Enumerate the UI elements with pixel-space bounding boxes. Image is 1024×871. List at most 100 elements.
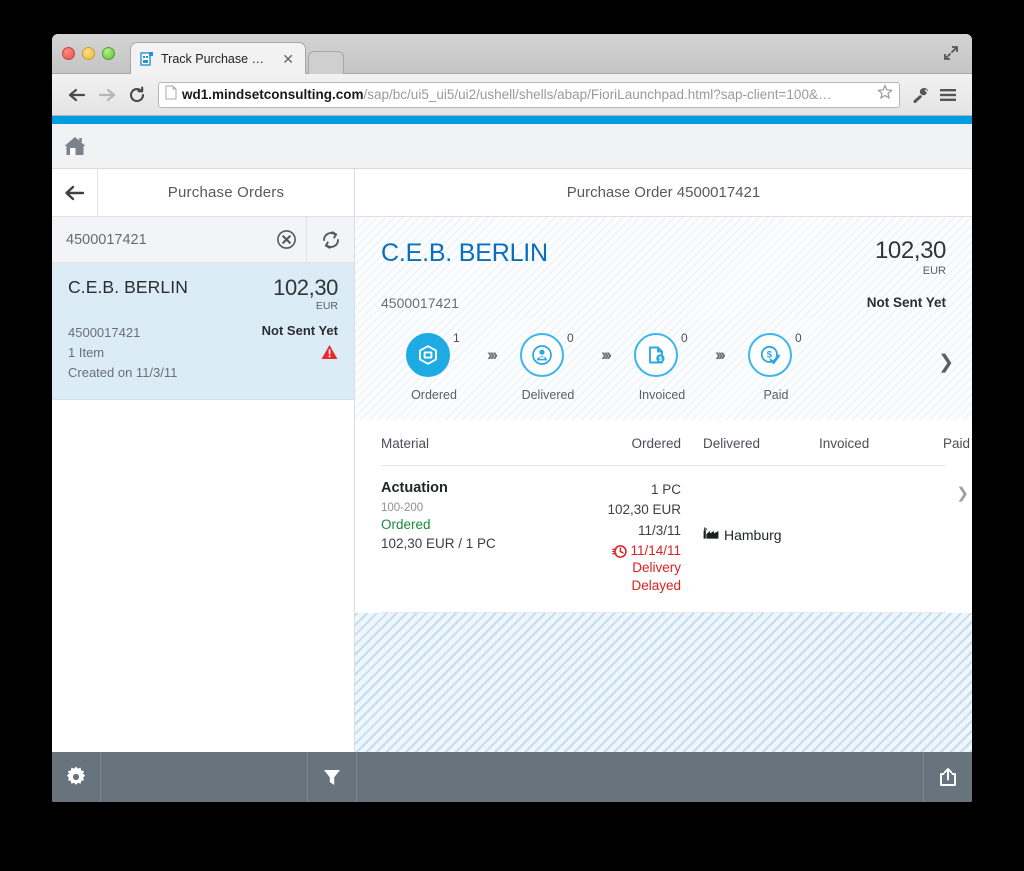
- items-table-header: Material Ordered Delivered Invoiced Paid: [381, 420, 970, 466]
- forward-arrow-icon[interactable]: [92, 81, 122, 109]
- share-icon[interactable]: [924, 752, 972, 802]
- master-list-panel: Purchase Orders 4500017421 C.E.B. BERLIN…: [52, 169, 355, 752]
- maximize-icon[interactable]: [942, 44, 960, 62]
- order-status: Not Sent Yet: [866, 295, 946, 310]
- fiori-accent-bar: [52, 116, 972, 124]
- master-back-button[interactable]: [52, 169, 98, 216]
- toolbar-spacer-left: [101, 752, 307, 802]
- process-node-label: Ordered: [411, 388, 457, 402]
- order-vendor: C.E.B. BERLIN: [381, 239, 548, 267]
- cell-invoiced: [801, 480, 921, 594]
- app-body: Purchase Orders 4500017421 C.E.B. BERLIN…: [52, 169, 972, 752]
- list-item-amount-box: 102,30 EUR: [273, 277, 338, 312]
- document-icon: [165, 85, 177, 105]
- footer-toolbar: [52, 752, 972, 802]
- process-arrow-icon: ›››: [487, 345, 498, 364]
- page-favicon-icon: [139, 51, 155, 67]
- detail-background-filler: [355, 613, 972, 752]
- page-title: Purchase Order 4500017421: [566, 184, 761, 201]
- close-window-button[interactable]: [62, 47, 75, 60]
- process-node-count: 0: [794, 331, 802, 345]
- delay-date: 11/14/11: [630, 542, 681, 558]
- refresh-icon[interactable]: [306, 217, 354, 262]
- close-icon[interactable]: ✕: [279, 52, 297, 66]
- star-icon[interactable]: [877, 84, 893, 105]
- process-flow: 1 Ordered ››› 0 Delivered ››› $ 0 Invoic…: [355, 319, 972, 420]
- chevron-right-icon[interactable]: ❯: [943, 480, 969, 594]
- list-item-vendor: C.E.B. BERLIN: [68, 277, 188, 297]
- column-header-ordered: Ordered: [631, 436, 681, 451]
- cell-delivered: Hamburg: [681, 480, 801, 594]
- order-currency: EUR: [922, 265, 946, 277]
- material-name: Actuation: [381, 480, 448, 496]
- gear-icon[interactable]: [52, 752, 100, 802]
- url-host: wd1.mindsetconsulting.com: [182, 87, 364, 102]
- new-tab-icon[interactable]: [308, 51, 344, 74]
- order-header: C.E.B. BERLIN 102,30 EUR 4500017421 Not …: [355, 217, 972, 319]
- cell-ordered: 1 PC 102,30 EUR 11/3/11 11/14/11 Deliver…: [531, 480, 681, 594]
- reload-icon[interactable]: [122, 81, 152, 109]
- chevron-right-icon[interactable]: ❯: [938, 351, 954, 374]
- delay-text: 11/14/11 Delivery Delayed: [630, 542, 681, 595]
- material-price: 102,30 EUR / 1 PC: [381, 536, 496, 551]
- order-amount-box: 102,30 EUR: [875, 239, 946, 277]
- url-path: /sap/bc/ui5_ui5/ui2/ushell/shells/abap/F…: [363, 87, 832, 102]
- column-header-delivered: Delivered: [703, 436, 761, 451]
- delay-line-2: Delayed: [631, 577, 681, 593]
- zoom-window-button[interactable]: [102, 47, 115, 60]
- browser-tab-title: Track Purchase Order: [161, 51, 274, 66]
- detail-panel: Purchase Order 4500017421 C.E.B. BERLIN …: [355, 169, 972, 752]
- url-input[interactable]: wd1.mindsetconsulting.com/sap/bc/ui5_ui5…: [158, 81, 900, 108]
- process-node-label: Delivered: [521, 388, 575, 402]
- minimize-window-button[interactable]: [82, 47, 95, 60]
- cell-material: Actuation 100-200 Ordered 102,30 EUR / 1…: [381, 480, 531, 594]
- list-item-currency: EUR: [315, 300, 338, 312]
- master-header: Purchase Orders: [52, 169, 354, 217]
- list-item-status-box: Not Sent Yet: [262, 323, 338, 383]
- tab-strip: Track Purchase Order ✕: [130, 42, 344, 74]
- list-item-amount: 102,30: [273, 275, 338, 300]
- process-arrow-icon: ›››: [714, 345, 726, 364]
- list-item-created: Created on 11/3/11: [68, 364, 178, 380]
- wrench-icon[interactable]: [906, 81, 934, 109]
- detail-scroll: C.E.B. BERLIN 102,30 EUR 4500017421 Not …: [355, 217, 972, 752]
- table-row[interactable]: Actuation 100-200 Ordered 102,30 EUR / 1…: [381, 466, 969, 614]
- window-traffic-lights: [62, 47, 115, 60]
- browser-tab[interactable]: Track Purchase Order ✕: [130, 42, 306, 74]
- column-header-spacer: [970, 436, 972, 451]
- browser-window: Track Purchase Order ✕ wd1.mindsetconsul…: [52, 34, 972, 802]
- search-input[interactable]: 4500017421: [52, 217, 306, 262]
- box-icon: [406, 333, 450, 377]
- detail-header: Purchase Order 4500017421: [355, 169, 972, 217]
- ordered-qty: 1 PC: [650, 482, 681, 497]
- invoice-icon: $: [633, 333, 678, 377]
- list-item-item-count: 1 Item: [68, 344, 105, 360]
- search-value: 4500017421: [66, 231, 147, 248]
- column-header-material: Material: [381, 436, 430, 451]
- paid-icon: $: [747, 333, 792, 377]
- ordered-value: 102,30 EUR: [607, 502, 681, 518]
- process-node-delivered[interactable]: 0 Delivered: [495, 331, 601, 402]
- delivery-icon: [519, 333, 564, 377]
- process-node-paid[interactable]: $ 0 Paid: [723, 331, 829, 402]
- column-header-paid: Paid: [943, 436, 971, 451]
- filter-icon[interactable]: [308, 752, 356, 802]
- clock-delay-icon: [612, 542, 628, 564]
- list-item-meta: 4500017421 1 Item Created on 11/3/11: [68, 323, 177, 383]
- process-node-count: 1: [453, 331, 460, 345]
- order-po-number: 4500017421: [381, 295, 459, 311]
- search-row: 4500017421: [52, 217, 354, 263]
- list-item-po-number: 4500017421: [68, 324, 141, 340]
- warning-triangle-icon: [262, 344, 338, 360]
- home-icon[interactable]: [52, 124, 98, 169]
- clear-circle-icon[interactable]: [266, 229, 306, 250]
- list-item[interactable]: C.E.B. BERLIN 102,30 EUR 4500017421 1 It…: [52, 263, 354, 400]
- master-title: Purchase Orders: [167, 184, 285, 201]
- status-badge: Not Sent Yet: [261, 322, 338, 338]
- back-arrow-icon[interactable]: [62, 81, 92, 109]
- master-list: C.E.B. BERLIN 102,30 EUR 4500017421 1 It…: [52, 263, 354, 752]
- process-node-ordered[interactable]: 1 Ordered: [381, 331, 487, 402]
- process-node-invoiced[interactable]: $ 0 Invoiced: [609, 331, 715, 402]
- hamburger-menu-icon[interactable]: [934, 81, 962, 109]
- toolbar-spacer-middle: [357, 752, 923, 802]
